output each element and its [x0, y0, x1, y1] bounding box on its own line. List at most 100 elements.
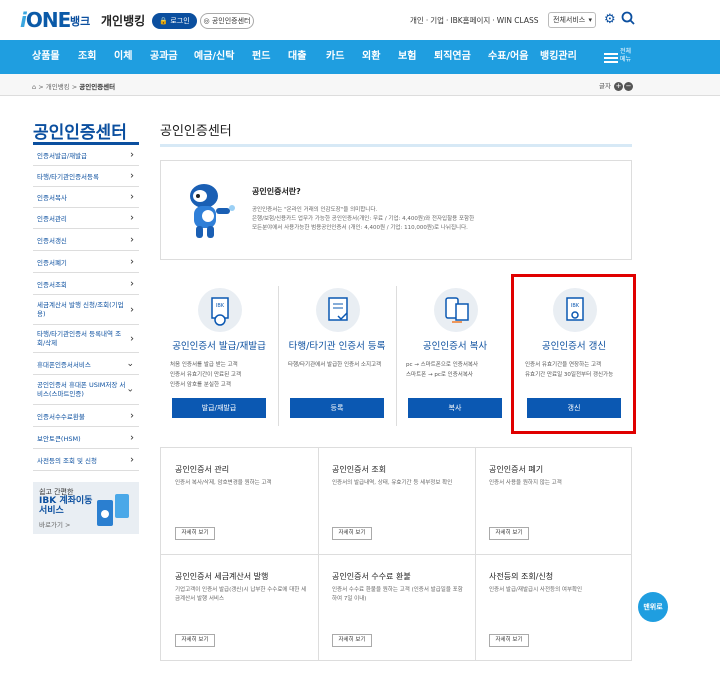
login-button[interactable]: 🔒 로그인	[152, 13, 197, 29]
top-links: 개인 · 기업 · IBK홈페이지 · WIN CLASS	[410, 16, 539, 25]
card-desc-line: 인증서 유효기간이 만료된 고객	[170, 372, 242, 378]
grid-cell-title: 공인인증서 폐기	[489, 465, 544, 474]
breadcrumb-item[interactable]: 개인뱅킹	[46, 83, 70, 91]
sidebar-item-copy[interactable]: 인증서복사	[33, 187, 139, 208]
grid-cell-refund: 공인인증서 수수료 환불 인증서 수수료 환불을 원하는 고객 (인증서 발급일…	[318, 555, 475, 662]
highlight-box	[511, 274, 636, 434]
all-menu-icon[interactable]	[604, 53, 618, 63]
register-button[interactable]: 등록	[290, 398, 384, 418]
nav-item-check[interactable]: 수표/어음	[488, 40, 528, 74]
sidebar-item-hsm[interactable]: 보안토큰(HSM)	[33, 427, 139, 449]
top-link-ibk-home[interactable]: IBK홈페이지	[450, 16, 490, 25]
card-desc-line: pc → 스마트폰으로 인증서복사	[406, 362, 479, 368]
page-title: 공인인증센터	[160, 124, 232, 139]
sidebar-title: 공인인증센터	[33, 123, 127, 143]
card-desc: 처음 인증서를 발급 받는 고객 인증서 유효기간이 만료된 고객 인증서 암호…	[170, 360, 274, 390]
issue-button[interactable]: 발급/재발급	[172, 398, 266, 418]
login-label: 로그인	[170, 17, 190, 25]
all-menu-label[interactable]: 전체메뉴	[620, 48, 634, 64]
top-link-personal[interactable]: 개인	[410, 16, 424, 25]
nav-item-forex[interactable]: 외환	[362, 40, 380, 74]
intro-text: 공인인증서는 "온라인 거래의 인감도장"을 의미합니다. 은행/보험/신용카드…	[252, 206, 502, 233]
grid-cell-view: 공인인증서 조회 인증서의 발급내역, 상태, 유효기간 등 세부정보 확인 자…	[318, 448, 475, 555]
cert-register-icon	[316, 288, 360, 332]
svg-text:IBK: IBK	[216, 303, 225, 309]
nav-item-fund[interactable]: 펀드	[252, 40, 270, 74]
nav-item-loan[interactable]: 대출	[288, 40, 306, 74]
mascot-character-icon	[190, 184, 235, 238]
main-nav: 상품몰 조회 이체 공과금 예금/신탁 펀드 대출 카드 외환 보험 퇴직연금 …	[0, 40, 720, 74]
sidebar-item-mobile[interactable]: 휴대폰인증서서비스	[33, 353, 139, 375]
detail-button[interactable]: 자세히 보기	[332, 634, 372, 647]
sidebar-item-renew[interactable]: 인증서갱신	[33, 229, 139, 251]
grid-cell-desc: 인증서 사용을 원하지 않는 고객	[489, 480, 562, 486]
grid-cell-desc: 인증서 수수료 환불을 원하는 고객 (인증서 발급일을 포함하여 7일 이내)	[332, 587, 463, 602]
sidebar-item-issue[interactable]: 인증서발급/재발급	[33, 145, 139, 166]
top-link-win-class[interactable]: WIN CLASS	[497, 16, 539, 25]
nav-item-mall[interactable]: 상품몰	[32, 40, 60, 74]
page-brand-title: 개인뱅킹	[101, 14, 146, 28]
font-size-label: 글자	[599, 82, 611, 90]
search-icon[interactable]	[621, 11, 635, 25]
sidebar-item-manage[interactable]: 인증서관리	[33, 208, 139, 229]
service-select[interactable]: 전체서비스	[548, 12, 596, 28]
grid-cell-revoke: 공인인증서 폐기 인증서 사용을 원하지 않는 고객 자세히 보기	[475, 448, 632, 555]
cert-copy-icon	[434, 288, 478, 332]
grid-cell-title: 공인인증서 관리	[175, 465, 230, 474]
nav-item-transfer[interactable]: 이체	[114, 40, 132, 74]
intro-line-1: 공인인증서는 "온라인 거래의 인감도장"을 의미합니다.	[252, 207, 378, 213]
detail-button[interactable]: 자세히 보기	[332, 527, 372, 540]
scroll-top-button[interactable]: 맨위로	[638, 592, 668, 622]
sidebar-item-pre-consent[interactable]: 사전등의 조회 및 신청	[33, 449, 139, 471]
sidebar-item-other-history[interactable]: 타행/타기관인증서 등록내역 조회/삭제	[33, 325, 139, 353]
grid-cell-title: 사전등의 조회/신청	[489, 572, 554, 581]
sidebar-item-usim[interactable]: 공인인증서 휴대폰 USIM저장 서비스(스마트인증)	[33, 375, 139, 405]
card-title: 공인인증서 복사	[422, 341, 488, 352]
grid-cell-desc: 인증서의 발급내역, 상태, 유효기간 등 세부정보 확인	[332, 480, 453, 486]
detail-button[interactable]: 자세히 보기	[175, 527, 215, 540]
font-size-control: 글자 + −	[599, 80, 634, 91]
card-desc-line: 인증서 암호를 분실한 고객	[170, 382, 231, 388]
font-decrease-icon[interactable]: −	[624, 82, 634, 91]
nav-item-banking-mgmt[interactable]: 뱅킹관리	[540, 40, 577, 74]
grid-cell-desc: 인증서 발급/재발급시 사전등의 여부확인	[489, 587, 583, 593]
card-desc: 타행/타기관에서 발급한 인증서 소지고객	[288, 360, 392, 370]
banner-more-link[interactable]: 바로가기 >	[39, 519, 70, 529]
banner-phone-illustration	[97, 494, 129, 526]
card-copy: 공인인증서 복사 pc → 스마트폰으로 인증서복사 스마트폰 → pc로 인증…	[396, 286, 514, 431]
sidebar-item-view[interactable]: 인증서조회	[33, 273, 139, 295]
nav-item-card[interactable]: 카드	[326, 40, 344, 74]
detail-button[interactable]: 자세히 보기	[489, 634, 529, 647]
card-register: 타행/타기관 인증서 등록 타행/타기관에서 발급한 인증서 소지고객 등록	[278, 286, 396, 431]
breadcrumb-path: ⌂ > 개인뱅킹 > 공인인증센터	[32, 83, 116, 91]
detail-button[interactable]: 자세히 보기	[489, 527, 529, 540]
detail-button[interactable]: 자세히 보기	[175, 634, 215, 647]
account-move-banner[interactable]: 쉽고 간편한 IBK 계좌이동 서비스 바로가기 >	[33, 482, 139, 534]
sidebar-item-tax-invoice[interactable]: 세금계산서 발행 신청/조회(기업용)	[33, 295, 139, 325]
sidebar-item-refund[interactable]: 인증서수수료환불	[33, 405, 139, 427]
nav-item-deposit[interactable]: 예금/신탁	[194, 40, 234, 74]
card-desc-line: 처음 인증서를 발급 받는 고객	[170, 362, 238, 368]
cert-center-button[interactable]: ◎ 공인인증센터	[200, 13, 254, 29]
logo[interactable]: iONE	[20, 8, 71, 32]
nav-item-insurance[interactable]: 보험	[398, 40, 416, 74]
home-icon[interactable]: ⌂	[32, 83, 36, 91]
grid-cell-title: 공인인증서 조회	[332, 465, 387, 474]
nav-item-pension[interactable]: 퇴직연금	[434, 40, 471, 74]
grid-cell-tax-invoice: 공인인증서 세금계산서 발행 기업고객이 인증서 발급(갱신)시 납부한 수수료…	[161, 555, 318, 662]
service-grid: 공인인증서 관리 인증서 복사/삭제, 암호변경을 원하는 고객 자세히 보기 …	[160, 447, 632, 661]
sidebar-item-revoke[interactable]: 인증서폐기	[33, 251, 139, 273]
sidebar-item-other-register[interactable]: 타행/타기관인증서등록	[33, 166, 139, 187]
nav-item-inquiry[interactable]: 조회	[78, 40, 96, 74]
top-link-corporate[interactable]: 기업	[430, 16, 444, 25]
nav-item-utility[interactable]: 공과금	[150, 40, 178, 74]
logo-one: ONE	[25, 8, 71, 32]
card-desc-line: 스마트폰 → pc로 인증서복사	[406, 372, 473, 378]
font-increase-icon[interactable]: +	[614, 82, 624, 91]
copy-button[interactable]: 복사	[408, 398, 502, 418]
settings-gear-icon[interactable]: ⚙	[604, 12, 616, 27]
grid-cell-desc: 기업고객이 인증서 발급(갱신)시 납부한 수수료에 대한 세금계산서 발행 서…	[175, 587, 307, 602]
card-desc-line: 타행/타기관에서 발급한 인증서 소지고객	[288, 362, 382, 368]
grid-cell-pre-consent: 사전등의 조회/신청 인증서 발급/재발급시 사전등의 여부확인 자세히 보기	[475, 555, 632, 662]
intro-line-2: 은행/보험/신용카드 업무가 가능한 공인인증서(개인: 무료 / 기업: 4,…	[252, 216, 475, 222]
